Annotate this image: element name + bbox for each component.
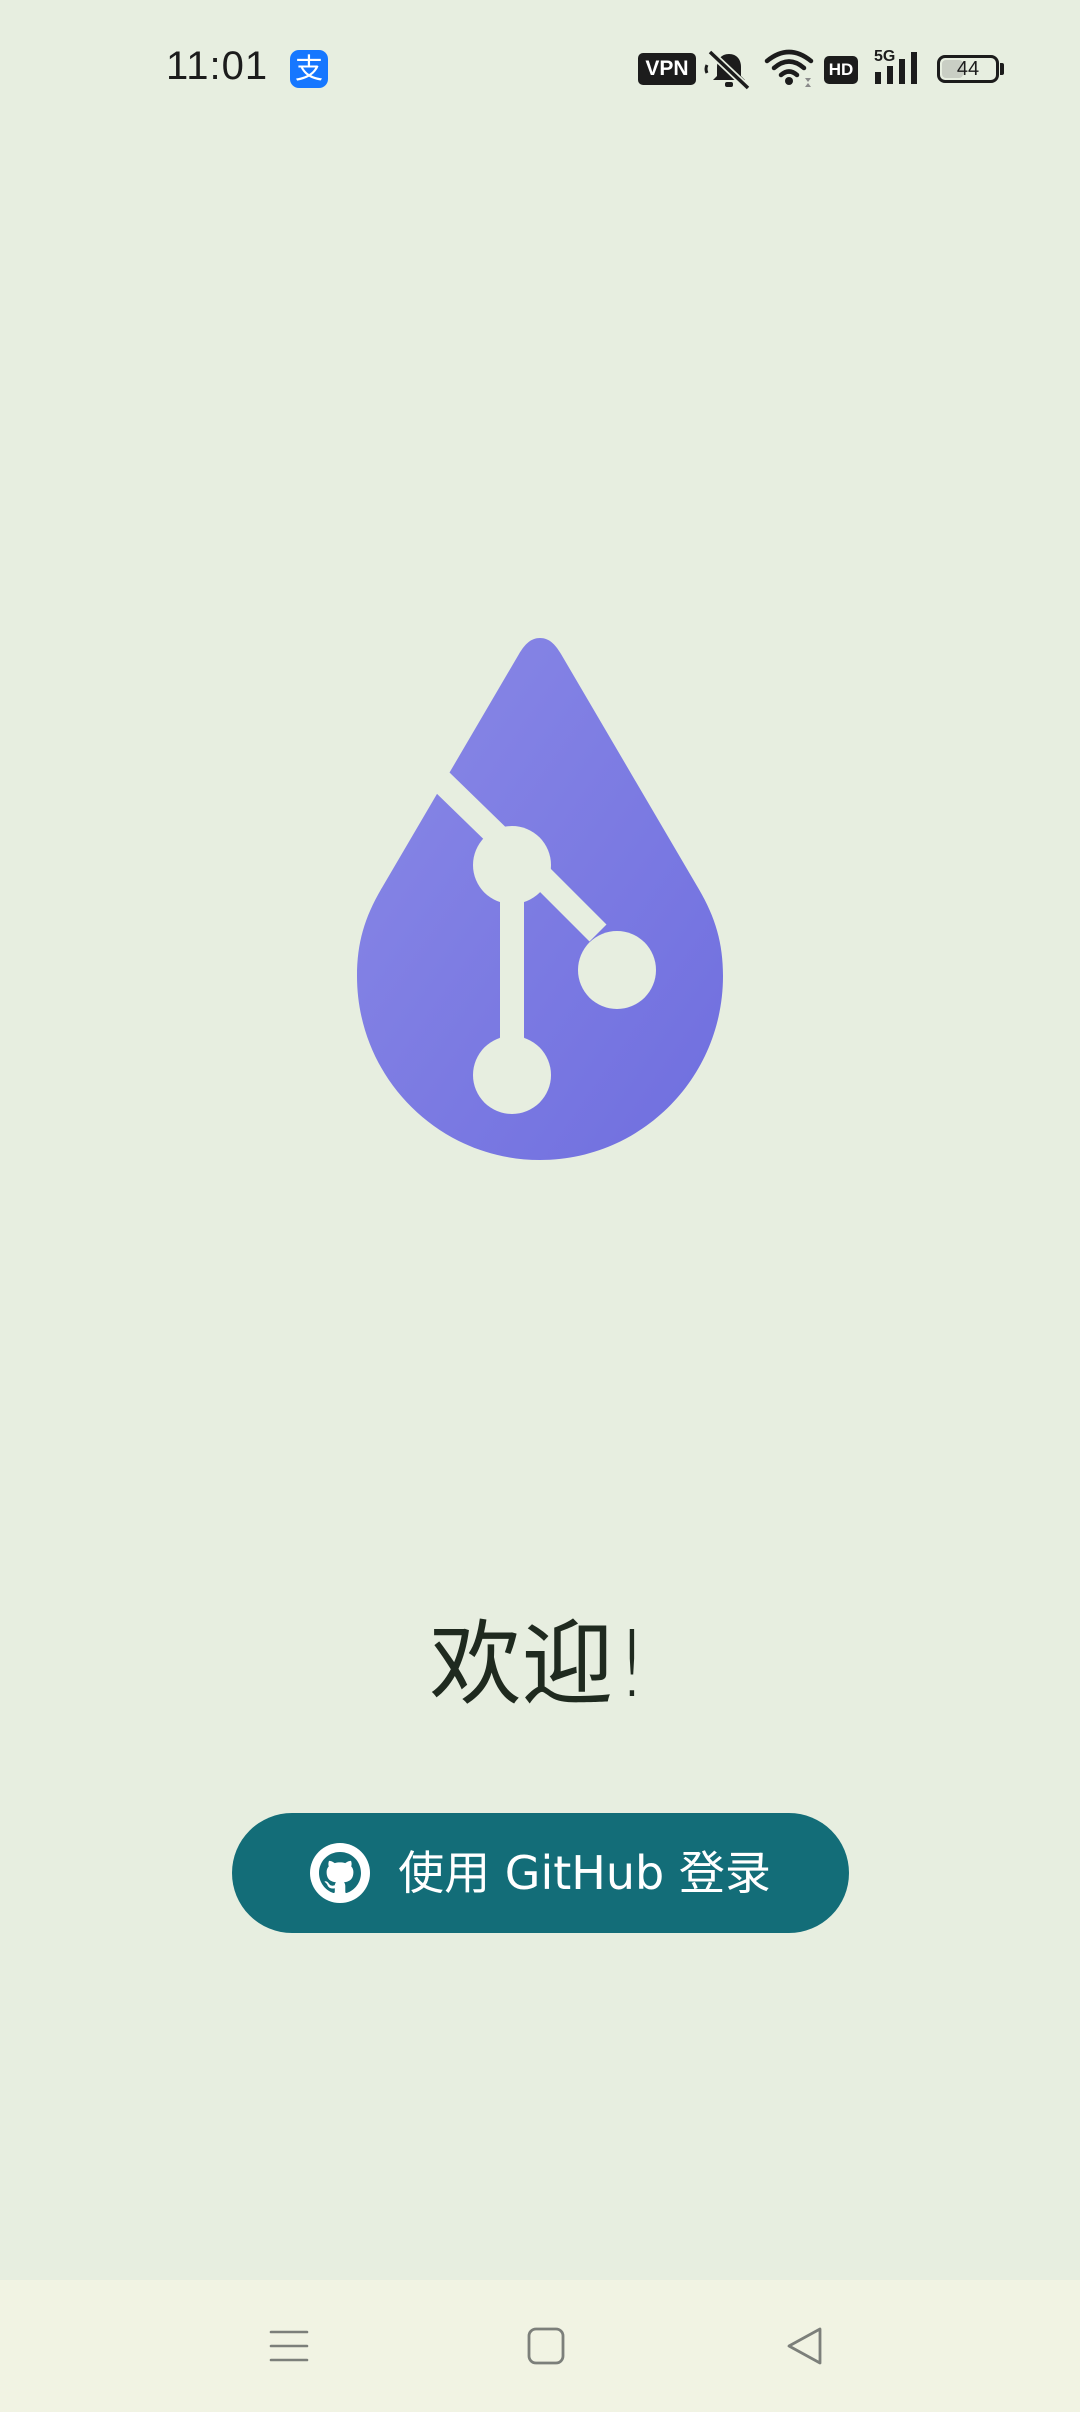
battery-icon: 44 [937,55,999,83]
wifi-icon [764,49,814,87]
app-logo-icon [357,638,723,1160]
menu-button[interactable] [229,2280,349,2412]
mute-icon [704,49,751,90]
status-bar: 11:01 支 VPN HD 5G 44 [0,0,1080,140]
menu-icon [269,2330,309,2362]
hd-icon: HD [824,56,858,84]
battery-tip [1000,63,1004,75]
github-icon [310,1843,371,1903]
status-time: 11:01 [166,44,269,88]
welcome-title: 欢迎! [429,1611,651,1718]
alipay-icon: 支 [290,50,328,88]
github-login-label: 使用 GitHub 登录 [398,1846,771,1900]
signal-icon [875,52,917,84]
back-icon [787,2327,822,2365]
github-login-button[interactable]: 使用 GitHub 登录 [232,1813,849,1933]
home-button[interactable] [486,2280,606,2412]
navigation-bar [0,2280,1080,2412]
vpn-icon: VPN [638,53,696,85]
home-icon [527,2327,565,2365]
back-button[interactable] [745,2280,865,2412]
battery-level-text: 44 [956,58,980,80]
